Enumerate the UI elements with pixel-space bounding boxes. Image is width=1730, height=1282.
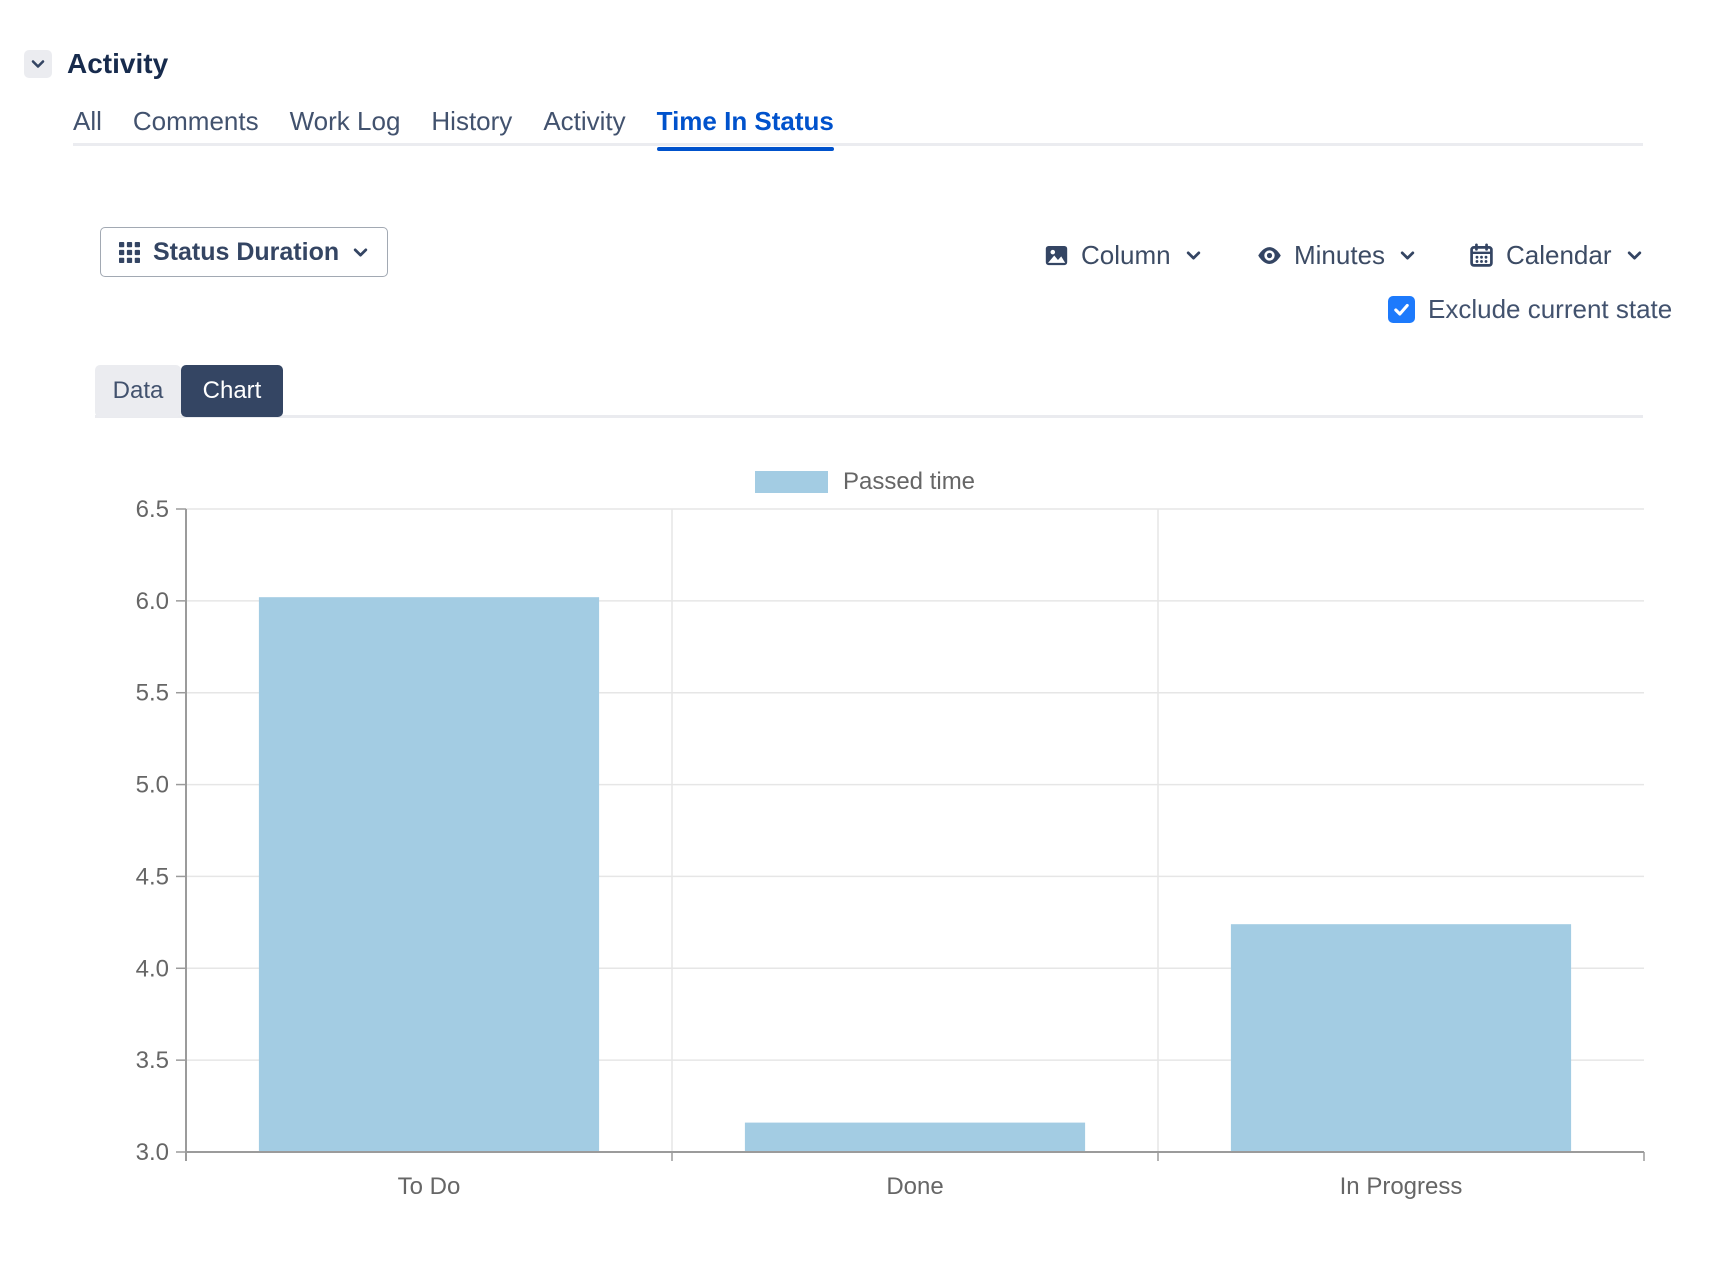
tab-comments[interactable]: Comments xyxy=(133,106,259,148)
column-dropdown[interactable]: Column xyxy=(1043,240,1202,271)
chart-legend[interactable]: Passed time xyxy=(0,468,1730,496)
eye-icon xyxy=(1256,242,1283,269)
svg-text:5.5: 5.5 xyxy=(136,680,169,707)
activity-section-header: Activity xyxy=(24,48,168,80)
tab-all[interactable]: All xyxy=(73,106,102,148)
bar-chart-canvas: 6.5 6.0 5.5 5.0 4.5 4.0 3.5 3.0 To Do Done In Prog… xyxy=(0,440,1730,1250)
exclude-current-state-checkbox[interactable] xyxy=(1388,296,1415,323)
svg-text:4.0: 4.0 xyxy=(136,955,169,982)
minutes-dropdown-label: Minutes xyxy=(1294,240,1385,271)
svg-text:Done: Done xyxy=(886,1173,943,1200)
column-dropdown-label: Column xyxy=(1081,240,1171,271)
legend-swatch xyxy=(755,471,828,493)
svg-text:3.0: 3.0 xyxy=(136,1139,169,1166)
calendar-dropdown-label: Calendar xyxy=(1506,240,1612,271)
chevron-down-icon xyxy=(352,244,369,261)
checkmark-icon xyxy=(1392,300,1411,319)
status-duration-dropdown-button[interactable]: Status Duration xyxy=(100,227,388,277)
chevron-down-icon xyxy=(1185,247,1202,264)
view-tabs-divider xyxy=(95,415,1643,418)
svg-text:3.5: 3.5 xyxy=(136,1047,169,1074)
exclude-current-state-row: Exclude current state xyxy=(1388,294,1672,325)
chevron-down-icon xyxy=(1626,247,1643,264)
status-duration-label: Status Duration xyxy=(153,238,339,267)
time-in-status-panel: Activity All Comments Work Log History A… xyxy=(0,0,1730,1282)
chevron-down-icon xyxy=(1399,247,1416,264)
svg-text:5.0: 5.0 xyxy=(136,772,169,799)
chevron-down-icon xyxy=(30,56,46,72)
view-tab-bar: Data Chart xyxy=(95,365,283,417)
calendar-icon xyxy=(1468,242,1495,269)
legend-label: Passed time xyxy=(843,468,975,496)
svg-text:6.5: 6.5 xyxy=(136,496,169,523)
svg-text:6.0: 6.0 xyxy=(136,588,169,615)
activity-tab-bar: All Comments Work Log History Activity T… xyxy=(73,106,834,148)
minutes-dropdown[interactable]: Minutes xyxy=(1256,240,1416,271)
section-title: Activity xyxy=(67,48,168,80)
calendar-dropdown[interactable]: Calendar xyxy=(1468,240,1643,271)
image-icon xyxy=(1043,242,1070,269)
tab-data[interactable]: Data xyxy=(95,365,181,417)
bar-done xyxy=(745,1123,1085,1152)
exclude-current-state-label: Exclude current state xyxy=(1428,294,1672,325)
tab-time-in-status[interactable]: Time In Status xyxy=(657,106,834,148)
svg-text:To Do: To Do xyxy=(398,1173,461,1200)
bar-to-do xyxy=(259,597,599,1152)
bar-chart: 6.5 6.0 5.5 5.0 4.5 4.0 3.5 3.0 To Do Done In Prog… xyxy=(0,440,1730,1250)
bar-in-progress xyxy=(1231,924,1571,1152)
tab-activity[interactable]: Activity xyxy=(543,106,625,148)
grid-icon xyxy=(119,242,140,263)
svg-text:In Progress: In Progress xyxy=(1340,1173,1463,1200)
svg-text:4.5: 4.5 xyxy=(136,863,169,890)
tab-chart[interactable]: Chart xyxy=(181,365,283,417)
tab-history[interactable]: History xyxy=(431,106,512,148)
tab-work-log[interactable]: Work Log xyxy=(290,106,401,148)
collapse-activity-button[interactable] xyxy=(24,50,52,78)
